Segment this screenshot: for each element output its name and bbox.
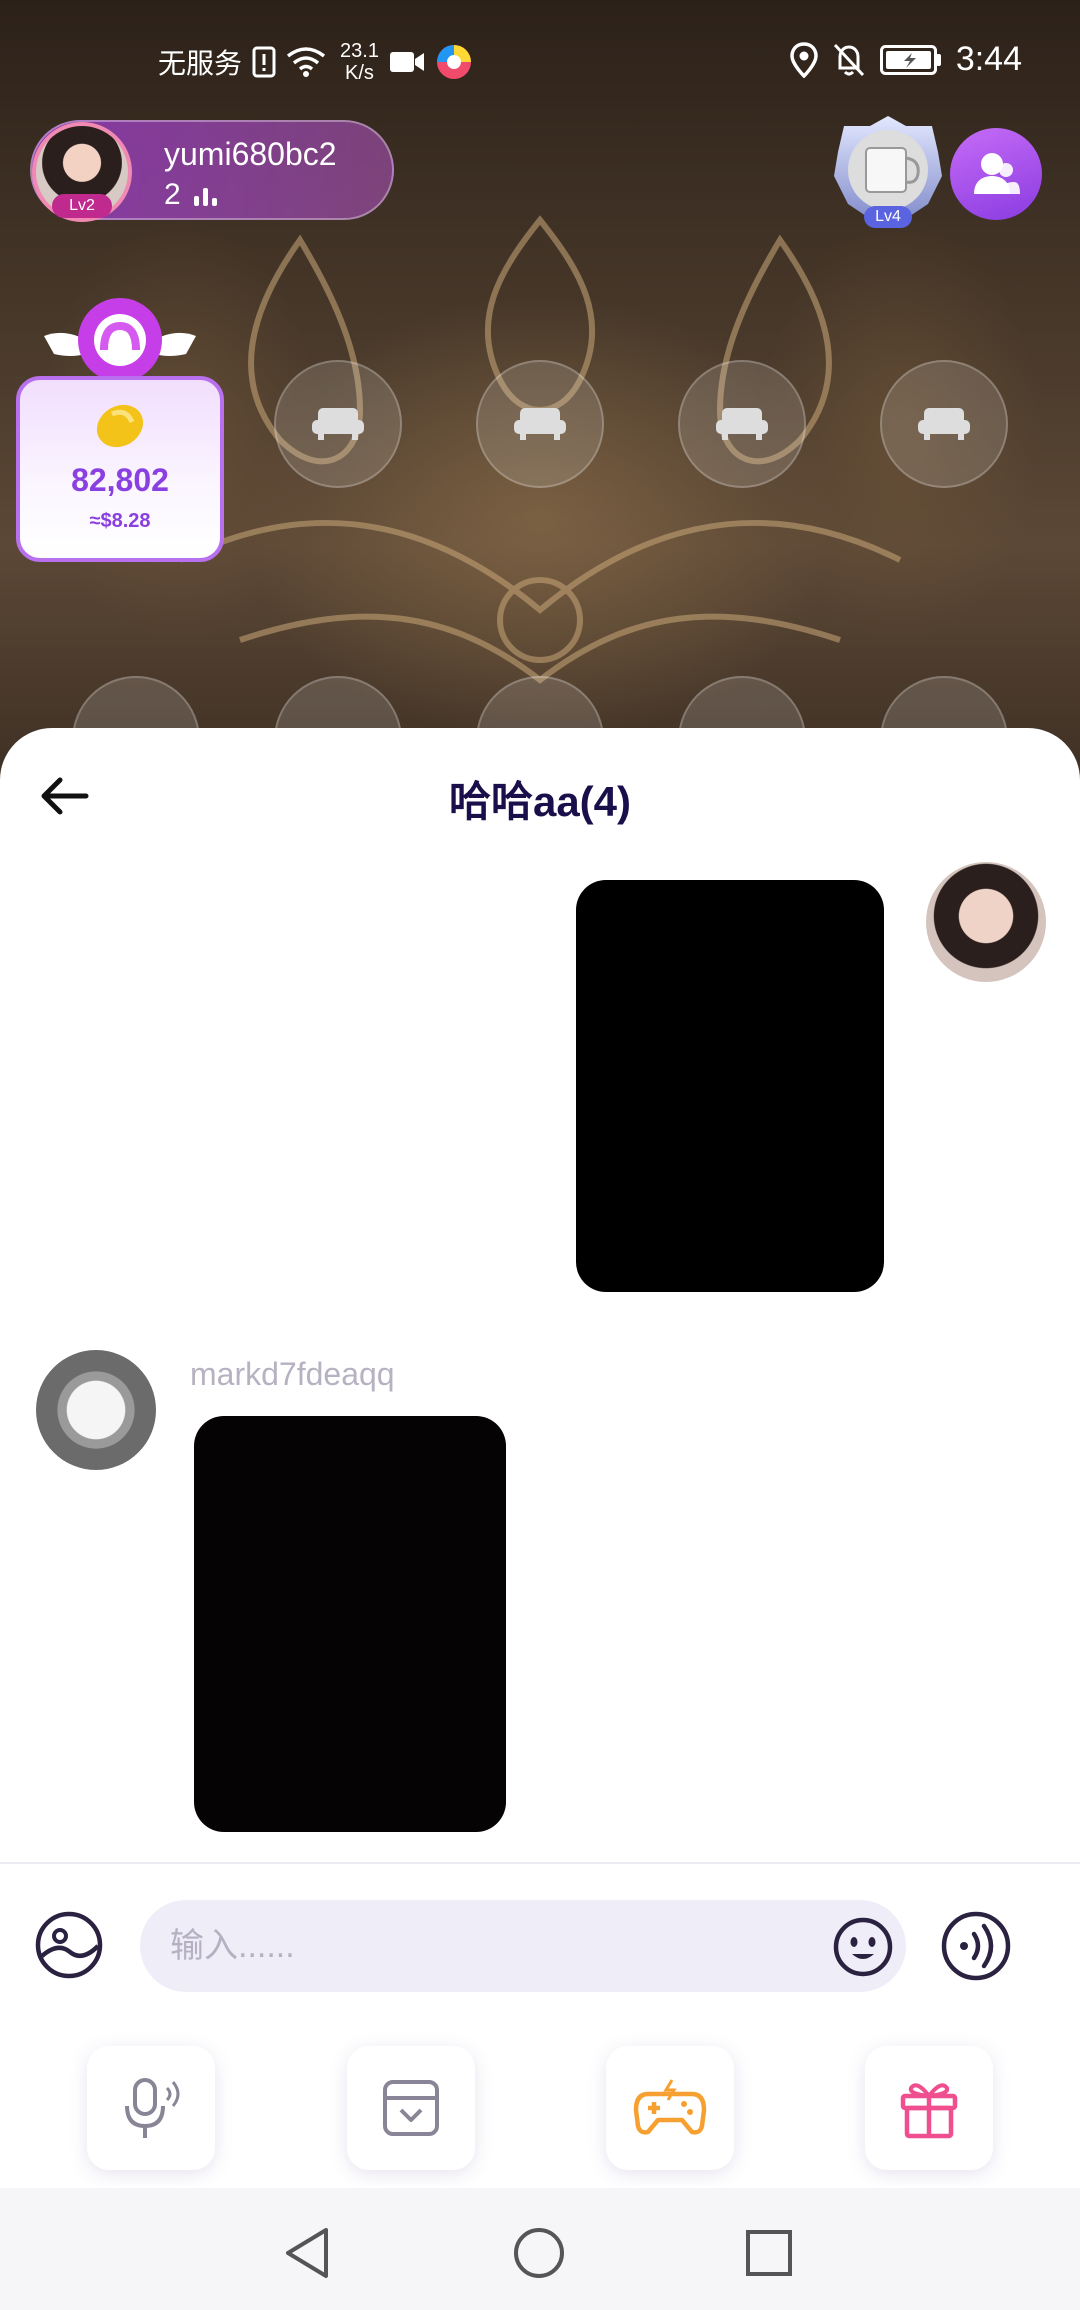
room-owner-badge[interactable]: Lv4 xyxy=(832,112,944,232)
nav-back-icon[interactable] xyxy=(282,2226,332,2280)
sofa-icon xyxy=(716,408,768,440)
battery-icon xyxy=(879,44,941,75)
room-host-card[interactable]: Lv2 yumi680bc2 2 xyxy=(30,120,394,222)
sender-name: markd7fdeaqq xyxy=(190,1356,395,1392)
owner-level-badge: Lv4 xyxy=(875,208,901,225)
nav-home-icon[interactable] xyxy=(512,2226,566,2280)
carrier-text: 无服务 xyxy=(158,48,243,79)
sticker-button[interactable] xyxy=(347,2046,475,2170)
clock: 3:44 xyxy=(955,40,1022,78)
host-level-badge: Lv2 xyxy=(52,194,112,218)
chat-title: 哈哈aa(4) xyxy=(448,778,632,825)
user-icon xyxy=(974,153,1020,194)
gift-button[interactable] xyxy=(865,2046,993,2170)
online-count: 2 xyxy=(164,178,219,212)
message-input[interactable] xyxy=(140,1900,906,1992)
mute-bell-icon xyxy=(833,43,864,76)
video-camera-icon xyxy=(389,52,424,72)
coin-bean-icon xyxy=(96,404,144,448)
sofa-icon xyxy=(918,408,970,440)
sender-avatar[interactable] xyxy=(36,1350,156,1470)
network-speed-value: 23.1 xyxy=(340,40,379,62)
seat-slot[interactable] xyxy=(678,360,806,488)
status-bar: 无服务 23.1 K/s 3:44 xyxy=(0,0,1080,120)
gamepad-icon xyxy=(633,2079,707,2135)
signal-bars-icon xyxy=(193,188,217,206)
coin-amount: 82,802 xyxy=(71,462,169,498)
seat-slot[interactable] xyxy=(880,360,1008,488)
system-navigation-bar xyxy=(0,2188,1080,2310)
host-username: yumi680bc2 xyxy=(164,136,337,172)
location-icon xyxy=(790,41,818,78)
my-image-message[interactable] xyxy=(576,880,884,1292)
wifi-icon xyxy=(286,47,326,77)
sofa-icon xyxy=(312,408,364,440)
coin-usd-value: ≈$8.28 xyxy=(89,510,151,532)
seat-slot[interactable] xyxy=(476,360,604,488)
network-speed: 23.1 K/s xyxy=(340,40,379,84)
seat-slot[interactable] xyxy=(274,360,402,488)
voice-input-icon[interactable] xyxy=(940,1910,1012,1982)
sticker-icon xyxy=(383,2080,439,2136)
my-avatar[interactable] xyxy=(926,862,1046,982)
sim-alert-icon xyxy=(252,46,276,78)
online-count-value: 2 xyxy=(164,178,181,211)
mic-button[interactable] xyxy=(87,2046,215,2170)
game-button[interactable] xyxy=(606,2046,734,2170)
nav-recents-icon[interactable] xyxy=(744,2228,794,2278)
emoji-icon[interactable] xyxy=(832,1916,894,1978)
received-image-message[interactable] xyxy=(194,1416,506,1832)
mic-icon xyxy=(125,2078,180,2138)
gift-icon xyxy=(900,2083,958,2139)
room-members-button[interactable] xyxy=(950,128,1042,220)
app-notification-icon xyxy=(436,45,471,79)
divider xyxy=(0,1862,1080,1864)
gallery-icon[interactable] xyxy=(34,1910,104,1980)
sofa-icon xyxy=(514,408,566,440)
network-speed-unit: K/s xyxy=(345,62,374,84)
